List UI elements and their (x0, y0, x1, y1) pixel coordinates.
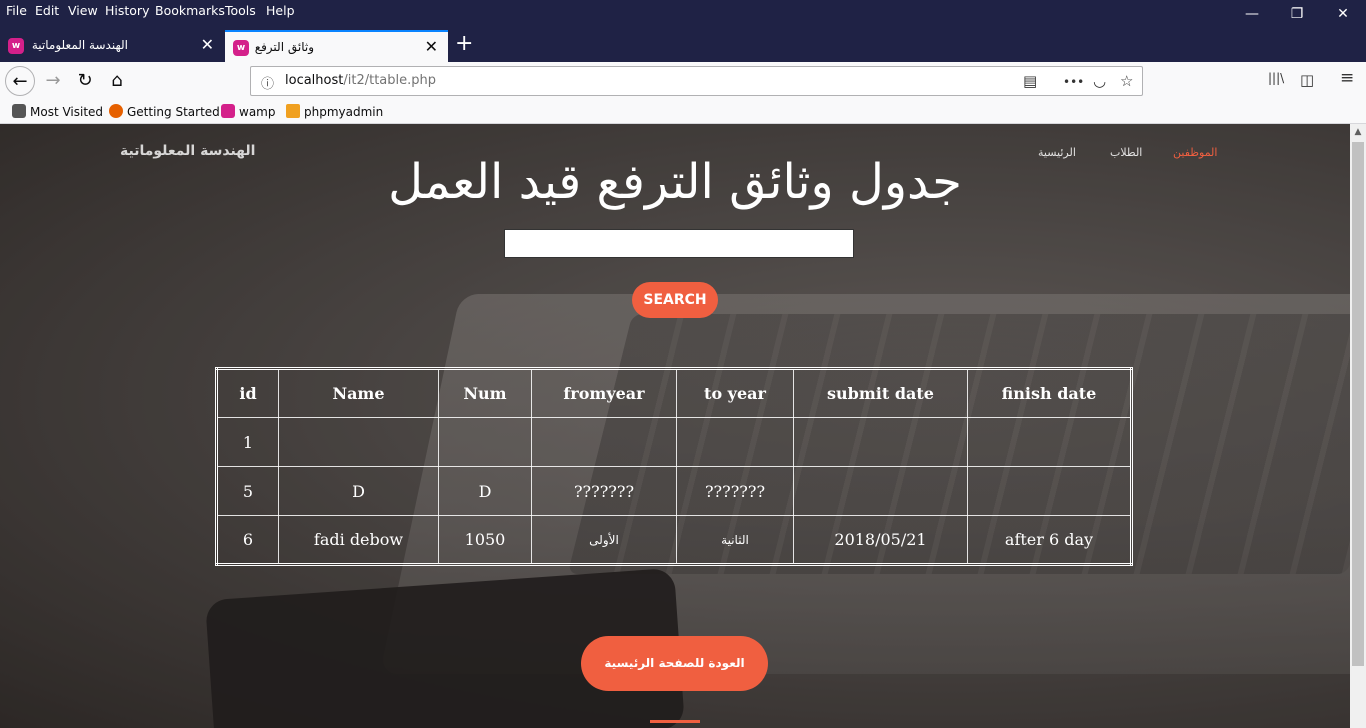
wamp-icon (221, 104, 235, 118)
cell-fromyear: ??????? (531, 466, 677, 516)
cell-name (278, 417, 439, 467)
cell-finish-date (967, 466, 1132, 516)
cell-id: 5 (216, 466, 279, 516)
tab-title: الهندسة المعلوماتية (31, 38, 128, 52)
menu-tools[interactable]: Tools (225, 3, 256, 18)
bookmark-most-visited[interactable]: Most Visited (12, 104, 103, 119)
nav-link-employees[interactable]: الموظفين (1173, 146, 1217, 159)
cell-toyear: ??????? (676, 466, 794, 516)
reload-icon[interactable]: ↻ (70, 66, 100, 96)
cell-num: 1050 (438, 515, 532, 565)
url-host: localhost (285, 73, 344, 88)
tab-strip: w الهندسة المعلوماتية ✕ w وثائق الترفع ✕ (0, 28, 1366, 62)
tab-close-icon[interactable]: ✕ (425, 37, 438, 56)
bookmark-phpmyadmin[interactable]: phpmyadmin (286, 104, 383, 119)
cell-name: D (278, 466, 439, 516)
nav-toolbar: ← → ↻ ⌂ ⓘ localhost/it2/ttable.php ▤ •••… (0, 62, 1366, 100)
back-to-home-button[interactable]: العودة للصفحة الرئيسية (581, 636, 768, 691)
search-button[interactable]: SEARCH (632, 282, 718, 318)
restore-button[interactable]: ❐ (1285, 4, 1309, 24)
home-icon[interactable]: ⌂ (102, 66, 132, 96)
cell-finish-date: after 6 day (967, 515, 1132, 565)
column-header-num: Num (438, 368, 532, 418)
column-header-name: Name (278, 368, 439, 418)
url-path: /it2/ttable.php (343, 73, 436, 88)
bookmark-star-icon[interactable]: ☆ (1120, 72, 1133, 90)
column-header-toyear: to year (676, 368, 794, 418)
cell-toyear (676, 417, 794, 467)
cell-num: D (438, 466, 532, 516)
tab-title: وثائق الترفع (254, 40, 314, 54)
back-icon[interactable]: ← (5, 66, 35, 96)
column-header-finish-date: finish date (967, 368, 1132, 418)
cell-num (438, 417, 532, 467)
wamp-favicon-icon: w (233, 40, 249, 56)
table-row: 6 fadi debow 1050 الأولى الثانية 2018/05… (216, 515, 1132, 565)
tab-close-icon[interactable]: ✕ (201, 35, 214, 54)
menu-help[interactable]: Help (266, 3, 295, 18)
reader-view-icon[interactable]: ▤ (1023, 72, 1037, 90)
menu-view[interactable]: View (68, 3, 98, 18)
column-header-id: id (216, 368, 279, 418)
forward-icon[interactable]: → (38, 66, 68, 96)
menu-file[interactable]: File (6, 3, 27, 18)
new-tab-button[interactable]: + (455, 30, 473, 58)
column-header-fromyear: fromyear (531, 368, 677, 418)
site-info-icon[interactable]: ⓘ (261, 73, 274, 92)
url-text[interactable]: localhost/it2/ttable.php (285, 73, 436, 88)
page-title: جدول وثائق الترفع قيد العمل (388, 154, 962, 210)
column-header-submit-date: submit date (793, 368, 968, 418)
tab-engineering[interactable]: w الهندسة المعلوماتية ✕ (0, 30, 224, 62)
minimize-button[interactable]: — (1240, 4, 1264, 24)
cell-id: 6 (216, 515, 279, 565)
hamburger-menu-icon[interactable]: ≡ (1340, 68, 1354, 88)
library-icon[interactable]: |||\ (1268, 71, 1284, 85)
cell-submit-date (793, 417, 968, 467)
cell-submit-date (793, 466, 968, 516)
menu-bookmarks[interactable]: Bookmarks (155, 3, 225, 18)
tab-documents[interactable]: w وثائق الترفع ✕ (225, 30, 448, 62)
url-bar[interactable]: ⓘ localhost/it2/ttable.php ▤ ••• ◡ ☆ (250, 66, 1143, 96)
cell-fromyear (531, 417, 677, 467)
table-header-row: id Name Num fromyear to year submit date… (216, 368, 1132, 418)
bookmark-getting-started[interactable]: Getting Started (109, 104, 220, 119)
wamp-favicon-icon: w (8, 38, 24, 54)
sidebar-icon[interactable]: ◫ (1300, 71, 1314, 89)
cell-id: 1 (216, 417, 279, 467)
firefox-icon (109, 104, 123, 118)
bookmarks-toolbar: Most Visited Getting Started wamp phpmya… (0, 100, 1366, 124)
page-actions-icon[interactable]: ••• (1063, 75, 1084, 89)
cell-fromyear: الأولى (531, 515, 677, 565)
scrollbar-thumb[interactable] (1352, 142, 1364, 666)
phpmyadmin-icon (286, 104, 300, 118)
page-content: الهندسة المعلوماتية الموظفين الطلاب الرئ… (0, 124, 1350, 728)
menu-edit[interactable]: Edit (35, 3, 59, 18)
table-row: 1 (216, 417, 1132, 467)
menu-bar: File Edit View History Bookmarks Tools H… (0, 0, 1366, 28)
search-input[interactable] (504, 229, 854, 258)
menu-history[interactable]: History (105, 3, 149, 18)
close-window-button[interactable]: ✕ (1331, 4, 1355, 24)
cell-submit-date: 2018/05/21 (793, 515, 968, 565)
table-row: 5 D D ??????? ??????? (216, 466, 1132, 516)
cell-finish-date (967, 417, 1132, 467)
section-divider (650, 720, 700, 723)
cell-name: fadi debow (278, 515, 439, 565)
scroll-up-arrow-icon[interactable]: ▲ (1350, 124, 1366, 140)
gear-icon (12, 104, 26, 118)
documents-table: id Name Num fromyear to year submit date… (215, 367, 1133, 566)
bookmark-wamp[interactable]: wamp (221, 104, 275, 119)
pocket-icon[interactable]: ◡ (1093, 72, 1106, 90)
cell-toyear: الثانية (676, 515, 794, 565)
page-scrollbar[interactable]: ▲ (1350, 124, 1366, 728)
